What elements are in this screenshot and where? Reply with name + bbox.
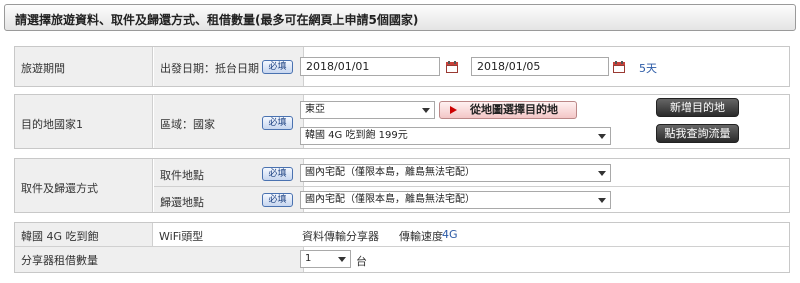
add-destination-button[interactable]: 新增目的地 [656,98,739,117]
plan-select[interactable]: 韓國 4G 吃到飽 199元 [300,127,611,145]
device-quantity-section: 韓國 4G 吃到飽 WiFi頭型 資料傳輸分享器 傳輸速度 4G 分享器租借數量… [14,222,790,273]
pickup-location-select[interactable]: 國內宅配（僅限本島，離島無法宅配） [300,164,611,182]
destination-section: 目的地國家1 區域：國家 必填 東亞 從地圖選擇目的地 韓國 4G 吃到飽 19… [14,94,790,149]
chevron-down-icon [338,257,346,262]
pickup-location-value: 國內宅配（僅限本島，離島無法宅配） [305,167,475,178]
check-data-usage-button[interactable]: 點我查詢流量 [656,124,739,143]
quantity-label-cell: 分享器租借數量 [15,247,304,272]
region-country-sublabel: 區域：國家 [160,118,215,131]
region-select[interactable]: 東亞 [300,101,435,119]
form-title: 請選擇旅遊資料、取件及歸還方式、租借數量(最多可在網頁上申請5個國家) [15,13,419,27]
wifi-type-value: 資料傳輸分享器 [302,230,379,243]
pickup-location-label: 取件地點 [160,169,204,182]
start-calendar-icon[interactable] [446,61,458,73]
travel-period-label: 旅遊期間 [21,62,65,75]
quantity-select[interactable]: 1 [300,250,351,268]
chevron-down-icon [598,134,606,139]
destination-label-cell: 目的地國家1 [15,95,153,148]
plan-name-label: 韓國 4G 吃到飽 [21,230,99,243]
map-select-button-label: 從地圖選擇目的地 [470,103,558,116]
play-arrow-icon [450,106,457,114]
quantity-label: 分享器租借數量 [21,254,98,267]
destination-label: 目的地國家1 [21,118,83,131]
chevron-down-icon [598,198,606,203]
pickup-return-label-cell: 取件及歸還方式 [15,159,153,212]
required-badge: 必填 [262,116,293,130]
wifi-type-label: WiFi頭型 [159,230,204,243]
quantity-unit: 台 [356,255,367,268]
speed-label: 傳輸速度 [399,230,443,243]
form-header: 請選擇旅遊資料、取件及歸還方式、租借數量(最多可在網頁上申請5個國家) [4,4,796,31]
travel-period-section: 旅遊期間 出發日期：抵台日期 必填 2018/01/01 2018/01/05 … [14,46,790,87]
return-location-label: 歸還地點 [160,196,204,209]
pickup-return-section: 取件及歸還方式 取件地點 歸還地點 必填 必填 國內宅配（僅限本島，離島無法宅配… [14,158,790,213]
pickup-return-label: 取件及歸還方式 [21,182,98,195]
map-select-button[interactable]: 從地圖選擇目的地 [439,101,577,119]
return-location-select[interactable]: 國內宅配（僅限本島，離島無法宅配） [300,191,611,209]
return-location-value: 國內宅配（僅限本島，離島無法宅配） [305,194,475,205]
travel-period-label-cell: 旅遊期間 [15,47,153,86]
required-badge: 必填 [262,167,293,181]
end-calendar-icon[interactable] [613,61,625,73]
required-badge: 必填 [262,193,293,207]
chevron-down-icon [598,171,606,176]
departure-return-sublabel: 出發日期：抵台日期 [160,62,259,75]
speed-value: 4G [442,228,458,241]
required-badge: 必填 [262,60,293,74]
chevron-down-icon [422,108,430,113]
plan-name-cell: 韓國 4G 吃到飽 [15,223,153,246]
plan-select-value: 韓國 4G 吃到飽 199元 [305,130,408,141]
quantity-select-value: 1 [305,253,312,264]
row-divider [154,186,789,187]
end-date-input[interactable]: 2018/01/05 [471,57,609,76]
start-date-input[interactable]: 2018/01/01 [300,57,440,76]
trip-days: 5天 [639,62,657,75]
region-select-value: 東亞 [305,104,325,115]
